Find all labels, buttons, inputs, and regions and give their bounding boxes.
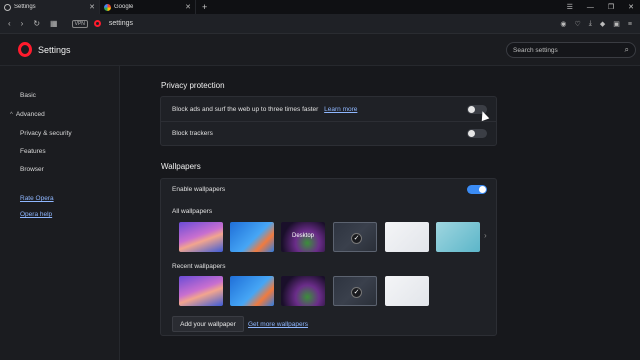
all-wallpapers-label: All wallpapers — [172, 208, 213, 215]
wallpaper-thumbnail-desktop[interactable]: Desktop — [281, 222, 325, 252]
minimize-icon[interactable]: — — [587, 4, 594, 11]
recent-wallpaper-thumbnail[interactable] — [281, 276, 325, 306]
sidebar-item-privacy-security[interactable]: Privacy & security — [20, 130, 72, 137]
wallpaper-thumbnail[interactable] — [230, 222, 274, 252]
check-icon: ✓ — [351, 287, 362, 298]
window-controls: ☰ — ❐ ✕ — [567, 0, 634, 14]
extension-icon[interactable]: ◆ — [600, 20, 605, 28]
url-field[interactable]: settings — [109, 20, 133, 27]
wallpaper-thumbnail[interactable] — [385, 222, 429, 252]
vpn-badge[interactable]: VPN — [71, 19, 88, 28]
privacy-protection-heading: Privacy protection — [161, 81, 225, 90]
divider — [161, 121, 496, 122]
toggle-knob — [468, 106, 475, 113]
address-bar-actions: ◉ ♡ ⤓ ◆ ▣ ≡ — [560, 14, 632, 34]
tab-google[interactable]: Google ✕ — [100, 0, 196, 14]
tab-strip: Settings ✕ Google ✕ + ☰ — ❐ ✕ — [0, 0, 640, 14]
chevron-right-icon[interactable]: › — [484, 231, 487, 240]
check-icon: ✓ — [351, 233, 362, 244]
get-more-wallpapers-link[interactable]: Get more wallpapers — [248, 321, 308, 328]
tab-menu-icon[interactable]: ☰ — [567, 3, 573, 11]
restore-icon[interactable]: ❐ — [608, 3, 614, 11]
search-input[interactable] — [513, 46, 625, 54]
search-box[interactable]: ⌕ — [506, 42, 636, 58]
wallpaper-thumbnail-selected[interactable]: ✓ — [333, 222, 377, 252]
close-window-icon[interactable]: ✕ — [628, 3, 634, 11]
opera-logo-icon — [18, 42, 32, 57]
privacy-card: Block ads and surf the web up to three t… — [160, 96, 497, 146]
recent-wallpaper-thumbnail[interactable] — [230, 276, 274, 306]
block-trackers-label: Block trackers — [172, 130, 213, 137]
settings-main: Privacy protection Block ads and surf th… — [121, 66, 640, 360]
add-wallpaper-button[interactable]: Add your wallpaper — [172, 316, 244, 332]
tab-settings[interactable]: Settings ✕ — [0, 0, 100, 14]
camera-icon[interactable]: ◉ — [560, 20, 566, 28]
wallpaper-thumbnail[interactable] — [179, 222, 223, 252]
learn-more-link[interactable]: Learn more — [324, 106, 357, 113]
recent-wallpaper-thumbnail[interactable] — [179, 276, 223, 306]
block-ads-row: Block ads and surf the web up to three t… — [172, 106, 357, 113]
recent-wallpaper-thumbnail[interactable] — [385, 276, 429, 306]
block-ads-label: Block ads and surf the web up to three t… — [172, 106, 319, 113]
opera-help-link[interactable]: Opera help — [20, 211, 52, 218]
address-bar: ‹ › ↻ ▦ VPN settings ◉ ♡ ⤓ ◆ ▣ ≡ — [0, 14, 640, 34]
block-trackers-toggle[interactable] — [467, 129, 487, 138]
tab-label: Google — [114, 4, 134, 10]
wallpaper-thumbnail[interactable] — [436, 222, 480, 252]
heart-icon[interactable]: ♡ — [575, 20, 581, 28]
search-icon[interactable]: ⌕ — [625, 45, 629, 55]
wallpapers-card: Enable wallpapers All wallpapers Desktop… — [160, 178, 497, 336]
download-icon[interactable]: ⤓ — [589, 20, 592, 28]
sidebar-item-basic[interactable]: Basic — [20, 92, 36, 99]
rate-opera-link[interactable]: Rate Opera — [20, 195, 54, 202]
new-tab-button[interactable]: + — [202, 2, 207, 12]
page-title: Settings — [38, 45, 71, 55]
back-icon[interactable]: ‹ — [8, 19, 11, 28]
enable-wallpapers-toggle[interactable] — [467, 185, 487, 194]
menu-icon[interactable]: ≡ — [628, 21, 632, 28]
wallet-icon[interactable]: ▣ — [613, 20, 620, 28]
close-icon[interactable]: ✕ — [89, 3, 95, 11]
reload-icon[interactable]: ↻ — [33, 19, 40, 28]
recent-wallpaper-thumbnail-selected[interactable]: ✓ — [333, 276, 377, 306]
forward-icon[interactable]: › — [21, 19, 24, 28]
opera-icon — [93, 20, 101, 27]
speed-dial-icon[interactable]: ▦ — [50, 19, 58, 28]
settings-gear-icon — [4, 3, 11, 11]
sidebar-item-browser[interactable]: Browser — [20, 166, 44, 173]
chevron-up-icon: ^ — [10, 112, 13, 118]
recent-wallpapers-label: Recent wallpapers — [172, 263, 226, 270]
wallpapers-heading: Wallpapers — [161, 162, 201, 171]
sidebar-item-features[interactable]: Features — [20, 148, 46, 155]
desktop-label: Desktop — [291, 233, 314, 239]
enable-wallpapers-label: Enable wallpapers — [172, 186, 226, 193]
google-icon — [104, 3, 111, 11]
sidebar-item-label: Advanced — [15, 111, 45, 118]
sidebar: Basic ^ Advanced Privacy & security Featu… — [0, 66, 120, 360]
toggle-knob — [468, 130, 475, 137]
toggle-knob — [479, 186, 486, 193]
close-icon[interactable]: ✕ — [185, 3, 191, 11]
sidebar-item-advanced[interactable]: ^ Advanced — [10, 111, 45, 118]
settings-header: Settings ⌕ — [0, 34, 640, 66]
tab-label: Settings — [14, 4, 36, 10]
